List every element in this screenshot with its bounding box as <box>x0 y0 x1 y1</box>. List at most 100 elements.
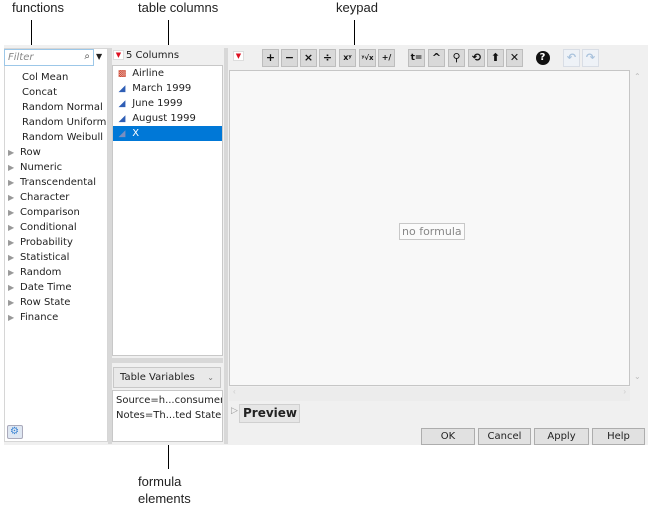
red-triangle-menu-icon[interactable]: ▼ <box>233 51 244 61</box>
function-group-label: Numeric <box>20 162 63 173</box>
function-item[interactable]: Concat <box>6 85 108 100</box>
subtract-key[interactable]: − <box>281 49 298 67</box>
table-variable-item[interactable]: Notes=Th...ted States. <box>116 408 222 423</box>
divide-key[interactable]: ÷ <box>319 49 336 67</box>
function-item[interactable]: Random Weibull <box>6 130 108 145</box>
filter-placeholder: Filter <box>8 52 34 63</box>
expand-triangle-icon[interactable]: ▶ <box>6 235 20 250</box>
expand-triangle-icon[interactable]: ▶ <box>6 310 20 325</box>
function-group-date-time[interactable]: ▶ Date Time <box>6 280 108 295</box>
callout-table-columns: table columns <box>138 0 219 15</box>
help-button[interactable]: Help <box>592 428 645 445</box>
peel-key[interactable]: ⚲ <box>448 49 465 67</box>
multiply-key[interactable]: × <box>300 49 317 67</box>
power-key[interactable]: xʸ <box>339 49 356 67</box>
undo-key[interactable]: ↶ <box>563 49 580 67</box>
preview-toggle[interactable]: Preview <box>239 404 300 423</box>
expand-triangle-icon[interactable]: ▶ <box>6 175 20 190</box>
ok-button[interactable]: OK <box>421 428 475 445</box>
expand-triangle-icon[interactable]: ▶ <box>6 205 20 220</box>
table-variables-select-value: Table Variables <box>120 372 195 383</box>
column-label: March 1999 <box>132 83 192 94</box>
function-group-transcendental[interactable]: ▶ Transcendental <box>6 175 108 190</box>
function-item[interactable]: Random Normal <box>6 100 108 115</box>
filter-input[interactable]: Filter ⌕ <box>4 49 94 66</box>
sign-change-key[interactable]: +/− <box>378 49 395 78</box>
editor-menu-dropdown[interactable]: ▼ <box>233 51 246 62</box>
no-formula-placeholder[interactable]: no formula <box>399 223 465 240</box>
columns-menu-dropdown-icon[interactable]: ▼ <box>113 50 124 60</box>
scroll-down-icon[interactable]: ⌄ <box>634 372 641 381</box>
callout-functions: functions <box>12 0 65 15</box>
function-item[interactable]: Random Uniform <box>6 115 108 130</box>
add-key[interactable]: + <box>262 49 279 67</box>
swap-key[interactable]: ⟲ <box>468 49 485 67</box>
column-item-airline[interactable]: ▩ Airline <box>113 66 222 81</box>
function-group-label: Transcendental <box>20 177 97 188</box>
expand-triangle-icon[interactable]: ▶ <box>6 160 20 175</box>
delete-key[interactable]: ✕ <box>506 49 523 67</box>
column-item-august-1999[interactable]: ◢ August 1999 <box>113 111 222 126</box>
root-key[interactable]: ʸ√x <box>359 49 376 67</box>
raise-key[interactable]: ^ <box>428 49 445 67</box>
expand-triangle-icon[interactable]: ▶ <box>6 220 20 235</box>
function-group-probability[interactable]: ▶ Probability <box>6 235 108 250</box>
chevron-down-icon: ⌄ <box>207 373 214 382</box>
nominal-column-icon: ▩ <box>117 69 127 79</box>
function-group-row[interactable]: ▶ Row <box>6 145 108 160</box>
column-label: X <box>132 128 140 139</box>
assign-key[interactable]: t= <box>408 49 425 67</box>
scroll-right-icon[interactable]: › <box>623 387 626 396</box>
table-variables-list: Source=h...consumer/ Notes=Th...ted Stat… <box>112 390 223 442</box>
expand-triangle-icon[interactable]: ▶ <box>6 145 20 160</box>
expand-triangle-icon[interactable]: ▶ <box>6 250 20 265</box>
function-group-numeric[interactable]: ▶ Numeric <box>6 160 108 175</box>
apply-button[interactable]: Apply <box>534 428 589 445</box>
column-item-march-1999[interactable]: ◢ March 1999 <box>113 81 222 96</box>
help-key[interactable]: ? <box>534 49 551 67</box>
help-icon: ? <box>535 51 550 65</box>
column-item-x-selected[interactable]: ◢ X <box>113 126 222 141</box>
function-group-character[interactable]: ▶ Character <box>6 190 108 205</box>
filter-options-dropdown[interactable]: ▼ <box>96 52 106 61</box>
function-group-random[interactable]: ▶ Random <box>6 265 108 280</box>
function-group-label: Statistical <box>20 252 70 263</box>
columns-list: ▩ Airline ◢ March 1999 ◢ June 1999 ◢ Aug… <box>112 65 223 356</box>
preview-expand-icon[interactable]: ▷ <box>231 406 238 416</box>
column-item-june-1999[interactable]: ◢ June 1999 <box>113 96 222 111</box>
expand-triangle-icon[interactable]: ▶ <box>6 295 20 310</box>
function-group-label: Finance <box>20 312 59 323</box>
panel-splitter[interactable] <box>224 48 228 444</box>
columns-count: 5 Columns <box>126 50 180 61</box>
columns-variables-splitter[interactable] <box>112 358 223 363</box>
function-group-label: Row State <box>20 297 71 308</box>
continuous-column-icon: ◢ <box>118 114 126 124</box>
redo-key[interactable]: ↷ <box>582 49 599 67</box>
function-group-label: Row <box>20 147 41 158</box>
function-group-finance[interactable]: ▶ Finance <box>6 310 108 325</box>
function-group-label: Random <box>20 267 62 278</box>
table-variables-select[interactable]: Table Variables ⌄ <box>113 367 221 388</box>
function-group-row-state[interactable]: ▶ Row State <box>6 295 108 310</box>
function-group-comparison[interactable]: ▶ Comparison <box>6 205 108 220</box>
function-group-statistical[interactable]: ▶ Statistical <box>6 250 108 265</box>
function-group-conditional[interactable]: ▶ Conditional <box>6 220 108 235</box>
expand-triangle-icon[interactable]: ▶ <box>6 190 20 205</box>
expand-triangle-icon[interactable]: ▶ <box>6 265 20 280</box>
settings-button[interactable]: ⚙ <box>7 425 23 439</box>
scroll-left-icon[interactable]: ‹ <box>233 387 236 396</box>
gear-icon: ⚙ <box>10 426 19 437</box>
horizontal-scrollbar[interactable]: ‹ › <box>229 387 630 401</box>
cancel-button[interactable]: Cancel <box>478 428 531 445</box>
continuous-column-icon: ◢ <box>118 84 126 94</box>
function-item[interactable]: Col Mean <box>6 70 108 85</box>
table-variable-item[interactable]: Source=h...consumer/ <box>116 393 222 408</box>
scroll-up-icon[interactable]: ⌃ <box>634 72 641 81</box>
function-group-label: Conditional <box>20 222 77 233</box>
search-icon[interactable]: ⌕ <box>84 51 90 62</box>
local-variable-key[interactable]: ⬆ <box>487 49 504 67</box>
vertical-scrollbar[interactable]: ⌃ ⌄ <box>631 70 646 386</box>
column-label: June 1999 <box>132 98 183 109</box>
expand-triangle-icon[interactable]: ▶ <box>6 280 20 295</box>
column-label: August 1999 <box>132 113 196 124</box>
